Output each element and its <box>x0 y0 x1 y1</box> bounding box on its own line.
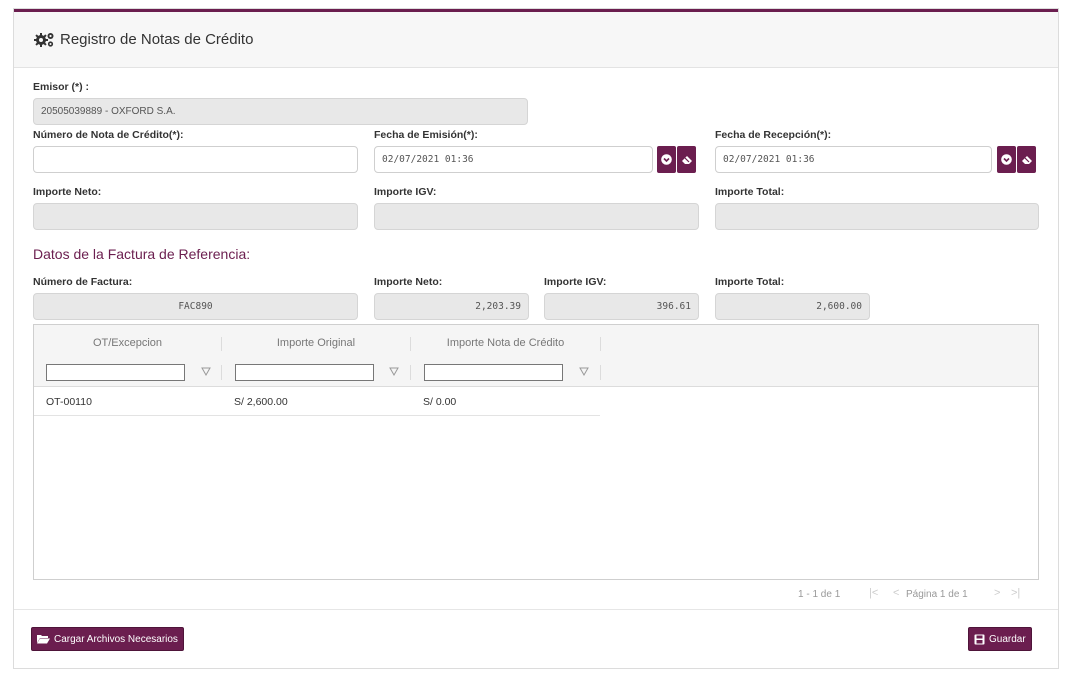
nota-credito-input[interactable] <box>33 146 358 173</box>
floppy-disk-icon <box>974 634 985 644</box>
prev-page-icon[interactable]: < <box>893 587 899 599</box>
ref-importe-neto-label: Importe Neto: <box>374 276 443 288</box>
filter-input-ot[interactable] <box>46 364 185 381</box>
fecha-emision-label: Fecha de Emisión(*): <box>374 129 478 141</box>
fecha-emision-calendar-button[interactable] <box>657 146 676 173</box>
ref-importe-total-label: Importe Total: <box>715 276 785 288</box>
chevron-down-circle-icon <box>1001 154 1012 165</box>
ref-importe-neto-field: 2,203.39 <box>374 293 529 320</box>
numero-factura-field: FAC890 <box>33 293 358 320</box>
fecha-recepcion-label: Fecha de Recepción(*): <box>715 129 832 141</box>
panel-header: Registro de Notas de Crédito <box>14 12 1058 68</box>
eraser-icon <box>681 156 692 164</box>
filter-icon[interactable] <box>389 366 399 378</box>
save-button[interactable]: Guardar <box>968 627 1032 651</box>
fecha-emision-input[interactable]: 02/07/2021 01:36 <box>374 146 653 173</box>
fecha-recepcion-clear-button[interactable] <box>1017 146 1036 173</box>
filter-input-importe-original[interactable] <box>235 364 374 381</box>
pager-count: 1 - 1 de 1 <box>798 589 841 600</box>
fecha-recepcion-calendar-button[interactable] <box>997 146 1016 173</box>
eraser-icon <box>1021 156 1032 164</box>
fecha-recepcion-input[interactable]: 02/07/2021 01:36 <box>715 146 992 173</box>
folder-open-icon <box>37 635 50 644</box>
nota-credito-label: Número de Nota de Crédito(*): <box>33 129 184 141</box>
first-page-icon[interactable]: |< <box>869 587 878 599</box>
filter-icon[interactable] <box>201 366 211 378</box>
emisor-label: Emisor (*) : <box>33 81 90 93</box>
next-page-icon[interactable]: > <box>994 587 1000 599</box>
upload-files-button[interactable]: Cargar Archivos Necesarios <box>31 627 184 651</box>
referencia-section-title: Datos de la Factura de Referencia: <box>33 246 251 262</box>
importe-total-field <box>715 203 1039 230</box>
upload-files-label: Cargar Archivos Necesarios <box>54 633 178 645</box>
chevron-down-circle-icon <box>661 154 672 165</box>
importe-total-label: Importe Total: <box>715 186 785 198</box>
cell-ot: OT-00110 <box>46 396 92 408</box>
emisor-field: 20505039889 - OXFORD S.A. <box>33 98 528 125</box>
pager-page: Página 1 de 1 <box>906 589 968 600</box>
filter-divider <box>221 365 222 380</box>
importe-neto-label: Importe Neto: <box>33 186 102 198</box>
filter-input-importe-nota[interactable] <box>424 364 563 381</box>
filter-divider <box>600 365 601 380</box>
last-page-icon[interactable]: >| <box>1011 587 1020 599</box>
filter-icon[interactable] <box>579 366 589 378</box>
column-header-importe-nota[interactable]: Importe Nota de Crédito <box>411 337 600 349</box>
fecha-emision-clear-button[interactable] <box>677 146 696 173</box>
gears-icon <box>34 31 56 49</box>
numero-factura-label: Número de Factura: <box>33 276 133 288</box>
page-title: Registro de Notas de Crédito <box>60 31 254 48</box>
importe-neto-field <box>33 203 358 230</box>
ref-importe-total-field: 2,600.00 <box>715 293 870 320</box>
footer-divider <box>14 609 1058 610</box>
column-divider <box>600 337 601 351</box>
ref-importe-igv-label: Importe IGV: <box>544 276 607 288</box>
ot-grid: OT/Excepcion Importe Original Importe No… <box>33 324 1039 580</box>
grid-header: OT/Excepcion Importe Original Importe No… <box>34 325 1038 387</box>
cell-importe-nota[interactable]: S/ 0.00 <box>423 396 456 408</box>
column-header-importe-original[interactable]: Importe Original <box>222 337 410 349</box>
ref-importe-igv-field: 396.61 <box>544 293 699 320</box>
importe-igv-label: Importe IGV: <box>374 186 437 198</box>
cell-importe-original: S/ 2,600.00 <box>234 396 288 408</box>
table-row[interactable]: OT-00110 S/ 2,600.00 S/ 0.00 <box>34 387 600 416</box>
column-header-ot[interactable]: OT/Excepcion <box>34 337 221 349</box>
importe-igv-field <box>374 203 699 230</box>
save-label: Guardar <box>989 633 1026 645</box>
filter-divider <box>410 365 411 380</box>
